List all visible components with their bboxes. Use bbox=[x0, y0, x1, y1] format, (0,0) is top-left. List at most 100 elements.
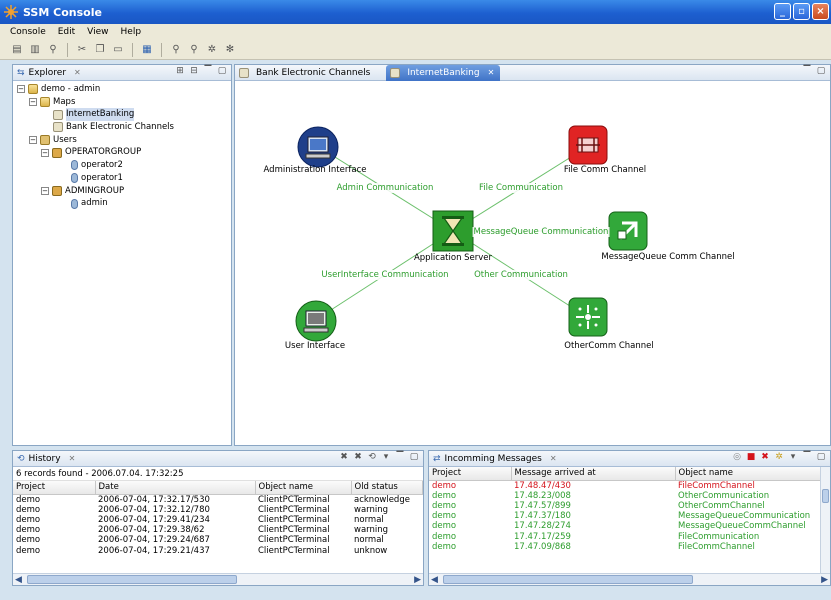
collapse-all-icon[interactable]: ⊟ bbox=[189, 66, 199, 76]
maximize-view-icon[interactable]: ▢ bbox=[816, 452, 826, 462]
table-row[interactable]: demo 17.47.28/274 MessageQueueCommChannel bbox=[429, 521, 821, 531]
table-row[interactable]: demo 2006-07-04, 17:32.17/530 ClientPCTerm… bbox=[13, 494, 423, 505]
close-tab-icon[interactable]: ✕ bbox=[550, 454, 557, 463]
expand-all-icon[interactable]: ⊞ bbox=[175, 66, 185, 76]
scroll-left-icon[interactable]: ◀ bbox=[15, 575, 22, 585]
column-header[interactable]: Project bbox=[13, 481, 96, 495]
node-file-comm-channel[interactable] bbox=[568, 125, 608, 168]
menu-view[interactable]: View bbox=[87, 27, 108, 37]
node-user-interface[interactable] bbox=[295, 300, 337, 345]
collapse-icon[interactable]: − bbox=[29, 98, 37, 107]
user-icon bbox=[71, 198, 78, 209]
tree-item-operator1[interactable]: operator1 bbox=[17, 172, 231, 185]
maximize-view-icon[interactable]: ▢ bbox=[816, 66, 826, 76]
remove-icon[interactable]: ✖ bbox=[339, 452, 349, 462]
tree-item-internetbanking[interactable]: InternetBanking bbox=[17, 108, 231, 122]
column-header[interactable]: Object name bbox=[255, 481, 352, 495]
scroll-right-icon[interactable]: ▶ bbox=[414, 575, 421, 585]
collapse-icon[interactable]: − bbox=[29, 136, 37, 145]
table-row[interactable]: demo 2006-07-04, 17:29.24/687 ClientPCTerm… bbox=[13, 535, 423, 545]
zoom-in-icon[interactable]: ⚲ bbox=[169, 43, 183, 57]
tree-item-admin[interactable]: admin bbox=[17, 197, 231, 210]
tree-item-operatorgroup[interactable]: − OPERATORGROUP bbox=[17, 146, 231, 159]
remove-all-icon[interactable]: ✖ bbox=[353, 452, 363, 462]
tab-history[interactable]: ⟲ History ✕ bbox=[13, 451, 81, 467]
collapse-icon[interactable]: − bbox=[41, 186, 49, 195]
tab-bank-electronic-channels[interactable]: Bank Electronic Channels bbox=[235, 65, 386, 81]
tree-item-demo-admin[interactable]: − demo - admin bbox=[17, 83, 231, 96]
maximize-view-icon[interactable]: ▢ bbox=[409, 452, 419, 462]
close-tab-icon[interactable]: ✕ bbox=[74, 68, 81, 77]
remove-icon[interactable]: ✖ bbox=[760, 452, 770, 462]
column-header[interactable]: Date bbox=[95, 481, 256, 495]
table-row[interactable]: demo 2006-07-04, 17:29.38/62 ClientPCTermi… bbox=[13, 525, 423, 535]
copy-icon[interactable]: ❐ bbox=[93, 43, 107, 57]
table-row[interactable]: demo 2006-07-04, 17:29.41/234 ClientPCTerm… bbox=[13, 515, 423, 525]
column-header[interactable]: Message arrived at bbox=[511, 467, 676, 481]
window-title: SSM Console bbox=[23, 5, 102, 19]
open-icon[interactable]: ▥ bbox=[28, 43, 42, 57]
collapse-icon[interactable]: − bbox=[17, 85, 25, 94]
tab-explorer[interactable]: ⇆ Explorer ✕ bbox=[13, 65, 87, 81]
close-tab-icon[interactable]: ✕ bbox=[488, 68, 495, 77]
table-row[interactable]: demo 17.47.57/899 OtherCommChannel bbox=[429, 501, 821, 511]
menu-console[interactable]: Console bbox=[10, 27, 46, 37]
other-channel-icon bbox=[568, 297, 608, 337]
horizontal-scrollbar[interactable]: ◀ ▶ bbox=[13, 573, 423, 585]
tree-item-admingroup[interactable]: − ADMINGROUP bbox=[17, 185, 231, 198]
dropdown-icon[interactable]: ▾ bbox=[788, 452, 798, 462]
zoom-out-icon[interactable]: ⚲ bbox=[187, 43, 201, 57]
minimize-view-icon[interactable]: ▔ bbox=[802, 66, 812, 76]
scroll-thumb[interactable] bbox=[443, 575, 693, 584]
table-row[interactable]: demo 2006-07-04, 17:32.12/780 ClientPCTerm… bbox=[13, 505, 423, 515]
node-othercomm-channel[interactable] bbox=[568, 297, 608, 340]
collapse-icon[interactable]: − bbox=[41, 148, 49, 157]
node-messagequeue-comm-channel[interactable] bbox=[608, 211, 648, 254]
table-row[interactable]: demo 17.47.09/868 FileCommChannel bbox=[429, 542, 821, 552]
node-application-server[interactable] bbox=[432, 210, 474, 255]
column-header[interactable]: Old status bbox=[351, 481, 423, 495]
scroll-right-icon[interactable]: ▶ bbox=[821, 575, 828, 585]
paste-icon[interactable]: ▭ bbox=[111, 43, 125, 57]
tree-item-maps[interactable]: − Maps bbox=[17, 96, 231, 109]
pin-icon[interactable]: ⚲ bbox=[46, 43, 60, 57]
table-row[interactable]: demo 17.48.47/430 FileCommChannel bbox=[429, 480, 821, 491]
close-tab-icon[interactable]: ✕ bbox=[69, 454, 76, 463]
stop-icon[interactable]: ■ bbox=[746, 452, 756, 462]
column-header[interactable]: Project bbox=[429, 467, 512, 481]
maximize-button[interactable]: ▫ bbox=[793, 3, 810, 20]
scroll-thumb[interactable] bbox=[27, 575, 237, 584]
menu-help[interactable]: Help bbox=[121, 27, 142, 37]
minimize-view-icon[interactable]: ▔ bbox=[802, 452, 812, 462]
table-row[interactable]: demo 17.48.23/008 OtherCommunication bbox=[429, 491, 821, 501]
refresh-icon[interactable]: ◎ bbox=[732, 452, 742, 462]
minimize-view-icon[interactable]: ▔ bbox=[203, 66, 213, 76]
close-button[interactable]: × bbox=[812, 3, 829, 20]
scroll-left-icon[interactable]: ◀ bbox=[431, 575, 438, 585]
diagram-canvas[interactable]: Administration Interface File Comm Chann… bbox=[235, 81, 830, 445]
table-row[interactable]: demo 2006-07-04, 17:29.21/437 ClientPCTerm… bbox=[13, 546, 423, 556]
cut-icon[interactable]: ✂ bbox=[75, 43, 89, 57]
horizontal-scrollbar[interactable]: ◀ ▶ bbox=[429, 573, 830, 585]
column-header[interactable]: Object name bbox=[675, 467, 821, 481]
table-row[interactable]: demo 17.47.17/259 FileCommunication bbox=[429, 532, 821, 542]
layout-icon[interactable]: ✻ bbox=[223, 43, 237, 57]
vertical-scrollbar[interactable] bbox=[820, 467, 830, 573]
dropdown-icon[interactable]: ▾ bbox=[381, 452, 391, 462]
menu-edit[interactable]: Edit bbox=[58, 27, 75, 37]
tab-incomming-messages[interactable]: ⇄ Incomming Messages ✕ bbox=[429, 451, 563, 467]
new-icon[interactable]: ▤ bbox=[10, 43, 24, 57]
tree-item-bank-electronic-channels[interactable]: Bank Electronic Channels bbox=[17, 121, 231, 134]
tab-internetbanking[interactable]: InternetBanking ✕ bbox=[386, 64, 501, 81]
filter-icon[interactable]: ✲ bbox=[774, 452, 784, 462]
minimize-button[interactable]: _ bbox=[774, 3, 791, 20]
tree-item-users[interactable]: − Users bbox=[17, 134, 231, 147]
settings-icon[interactable]: ✲ bbox=[205, 43, 219, 57]
filter-icon[interactable]: ⟲ bbox=[367, 452, 377, 462]
tree-item-operator2[interactable]: operator2 bbox=[17, 159, 231, 172]
scroll-thumb[interactable] bbox=[822, 489, 829, 503]
minimize-view-icon[interactable]: ▔ bbox=[395, 452, 405, 462]
table-row[interactable]: demo 17.47.37/180 MessageQueueCommunicatio… bbox=[429, 511, 821, 521]
maximize-view-icon[interactable]: ▢ bbox=[217, 66, 227, 76]
grid-icon[interactable]: ▦ bbox=[140, 43, 154, 57]
